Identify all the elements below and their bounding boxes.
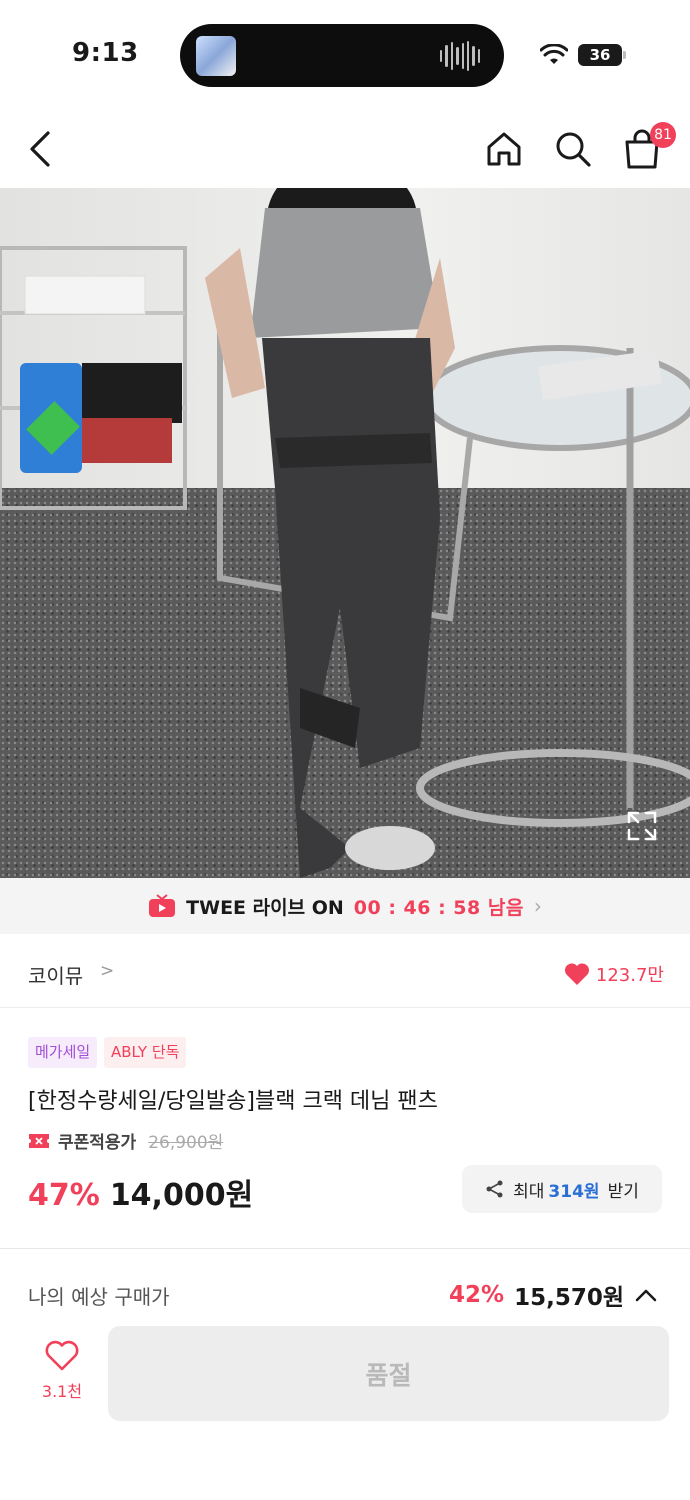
expected-price: 15,570원 — [514, 1285, 624, 1311]
tag-ably-exclusive: ABLY 단독 — [104, 1037, 187, 1068]
dynamic-island — [180, 24, 504, 87]
chevron-right-icon: > — [100, 961, 115, 981]
live-timer: 00 : 46 : 58 남음 — [353, 896, 524, 919]
shop-like-button[interactable]: 123.7만 — [564, 961, 664, 987]
home-icon[interactable] — [485, 130, 523, 168]
divider — [0, 1248, 690, 1249]
tag-mega-sale: 메가세일 — [28, 1037, 98, 1068]
product-image[interactable] — [0, 188, 690, 878]
coupon-button-amount: 314원 — [548, 1181, 600, 1202]
search-icon[interactable] — [554, 130, 592, 168]
chevron-up-icon — [635, 1289, 657, 1302]
expand-icon[interactable] — [626, 810, 658, 842]
battery-icon: 36 — [578, 44, 622, 66]
live-title: TWEE 라이브 ON — [186, 896, 344, 919]
expected-price-label: 나의 예상 구매가 — [28, 1285, 170, 1309]
share-icon — [486, 1180, 503, 1198]
heart-filled-icon — [564, 963, 589, 985]
expected-discount: 42% — [449, 1282, 505, 1308]
original-price: 26,900원 — [148, 1133, 224, 1153]
wishlist-button[interactable]: 3.1천 — [28, 1340, 96, 1410]
expected-price-toggle[interactable]: 42% 15,570원 — [449, 1278, 658, 1312]
top-nav — [0, 110, 690, 188]
now-playing-artwork — [196, 36, 236, 76]
audio-wave-icon — [440, 41, 480, 71]
soldout-button[interactable]: 품절 — [108, 1326, 669, 1421]
coupon-icon — [29, 1133, 49, 1148]
price-row: 47% 14,000원 — [28, 1170, 253, 1214]
coupon-price-row: 쿠폰적용가 26,900원 — [28, 1128, 223, 1153]
coupon-button-prefix: 최대 — [513, 1181, 545, 1202]
chevron-right-icon: › — [533, 894, 542, 918]
product-title: [한정수량세일/당일발송]블랙 크랙 데님 팬츠 — [28, 1089, 438, 1114]
coupon-button-suffix: 받기 — [607, 1181, 639, 1202]
live-banner[interactable]: TWEE 라이브 ON 00 : 46 : 58 남음 › — [0, 878, 690, 934]
shop-row[interactable]: 코이뮤 > 123.7만 — [0, 934, 690, 1008]
coupon-label: 쿠폰적용가 — [58, 1133, 137, 1153]
shop-name[interactable]: 코이뮤 — [28, 960, 83, 989]
cart-badge: 81 — [650, 122, 676, 148]
discount-rate: 47% — [28, 1178, 100, 1213]
get-coupon-button[interactable]: 최대 314원 받기 — [462, 1165, 662, 1213]
product-photo-illustration — [0, 188, 690, 878]
heart-outline-icon — [45, 1340, 79, 1371]
wifi-icon — [540, 44, 568, 64]
battery-tip — [623, 51, 626, 59]
sale-price: 14,000원 — [109, 1178, 254, 1213]
status-bar: 9:13 36 — [0, 0, 690, 110]
wishlist-count: 3.1천 — [41, 1382, 83, 1401]
back-icon[interactable] — [26, 130, 54, 168]
status-time: 9:13 — [72, 38, 139, 68]
shop-like-count: 123.7만 — [595, 965, 664, 986]
live-tv-icon — [149, 894, 176, 917]
